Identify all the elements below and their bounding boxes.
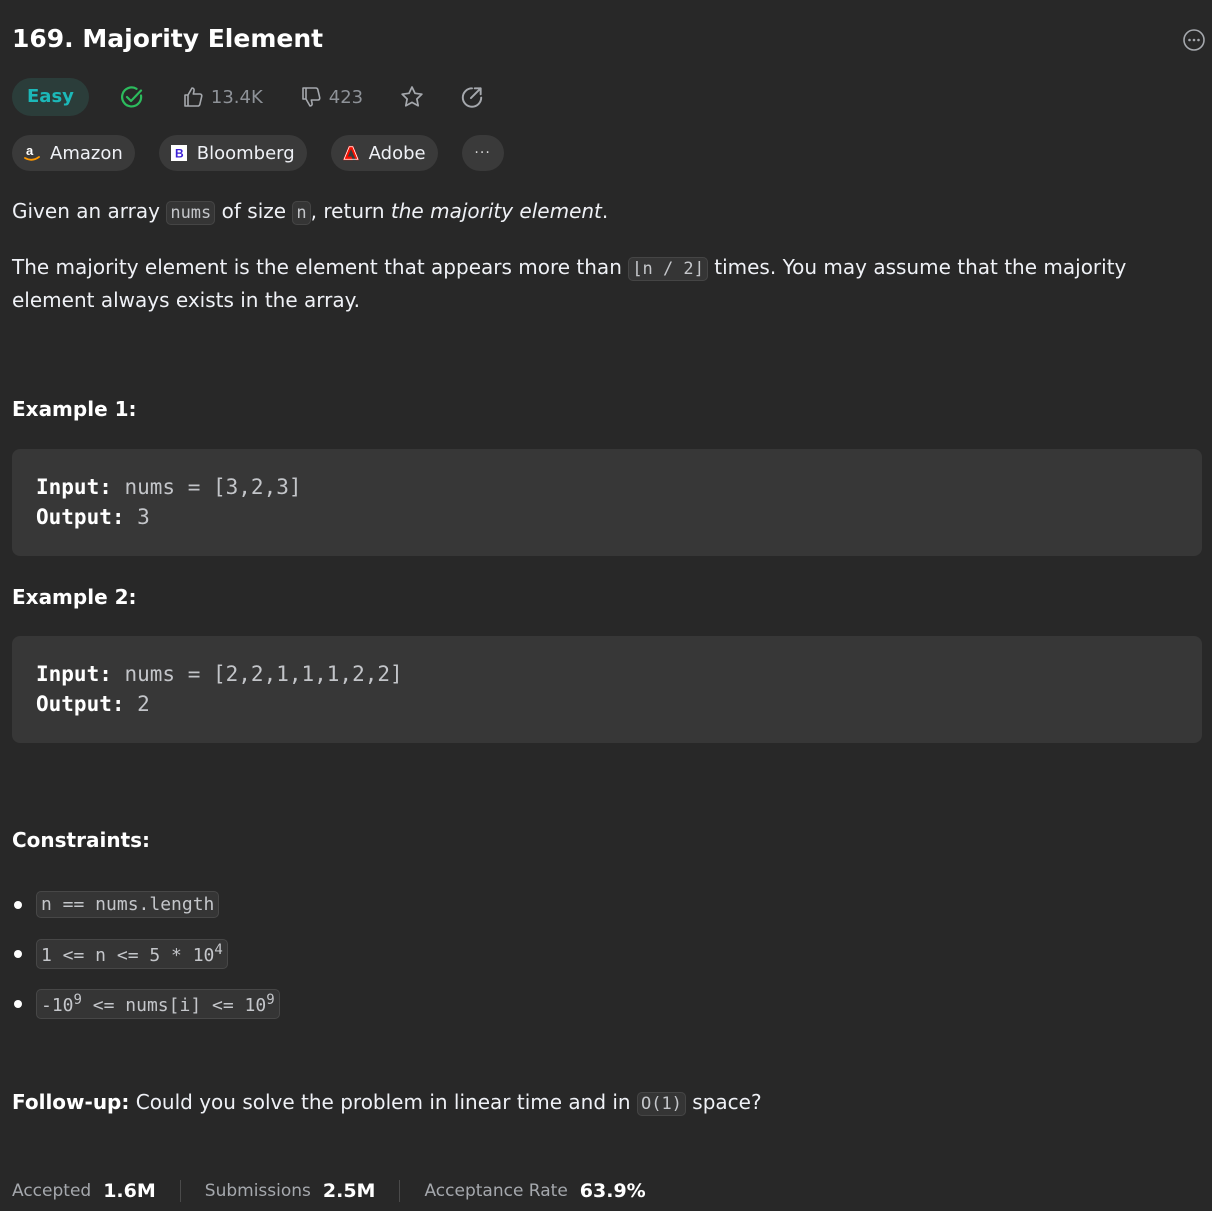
constraint-code: 1 <= n <= 5 * 104	[36, 939, 228, 970]
constraint-item: 1 <= n <= 5 * 104	[12, 930, 280, 980]
input-value: nums = [2,2,1,1,1,2,2]	[111, 662, 403, 686]
stats-bar: Accepted 1.6M Submissions 2.5M Acceptanc…	[12, 1180, 646, 1202]
svg-text:B: B	[175, 147, 184, 161]
example-1-box: Input: nums = [3,2,3] Output: 3	[12, 449, 1202, 556]
thumbs-down-icon	[301, 87, 321, 107]
meta-row: Easy 13.4K 423	[12, 78, 485, 116]
text: Given an array	[12, 199, 167, 223]
constraint-item: -109 <= nums[i] <= 109	[12, 979, 280, 1029]
svg-text:a: a	[26, 144, 34, 158]
dislike-button[interactable]: 423	[299, 85, 363, 109]
submissions-label: Submissions	[204, 1181, 311, 1201]
input-value: nums = [3,2,3]	[111, 475, 302, 499]
tag-label: Amazon	[50, 142, 123, 164]
bloomberg-logo-icon: B	[170, 145, 187, 161]
amazon-logo-icon: a	[24, 144, 40, 161]
bullet	[14, 999, 22, 1008]
adobe-logo-icon	[342, 145, 359, 161]
example-output-line: Output: 3	[36, 505, 150, 529]
example-input-line: Input: nums = [2,2,1,1,1,2,2]	[36, 662, 403, 686]
dislike-count: 423	[328, 86, 364, 108]
output-value: 3	[124, 505, 150, 529]
like-count: 13.4K	[210, 86, 263, 108]
description-paragraph-2: The majority element is the element that…	[12, 252, 1196, 316]
more-tags-button[interactable]: ···	[461, 135, 504, 171]
more-options-icon[interactable]	[1182, 28, 1206, 52]
exponent: 9	[266, 991, 275, 1008]
submissions-value: 2.5M	[322, 1180, 376, 1202]
star-icon	[401, 86, 423, 107]
text: Could you solve the problem in linear ti…	[129, 1090, 637, 1114]
input-label: Input:	[36, 662, 112, 686]
share-button[interactable]	[459, 84, 485, 110]
output-label: Output:	[36, 692, 125, 716]
text: space?	[685, 1090, 762, 1114]
accepted-value: 1.6M	[103, 1180, 156, 1202]
like-button[interactable]: 13.4K	[181, 85, 263, 109]
exponent: 4	[214, 942, 223, 959]
divider	[179, 1180, 181, 1202]
acceptance-rate-label: Acceptance Rate	[424, 1181, 568, 1201]
accepted-label: Accepted	[12, 1181, 92, 1201]
text: .	[601, 199, 609, 223]
constraint-code: n == nums.length	[36, 891, 220, 919]
exponent: 9	[73, 991, 82, 1008]
text: -10	[41, 994, 74, 1016]
company-tags: a Amazon B Bloomberg Adobe ···	[12, 135, 528, 171]
share-icon	[461, 87, 483, 108]
bullet	[14, 900, 22, 909]
constraints-list: n == nums.length 1 <= n <= 5 * 104 -109 …	[12, 880, 280, 1029]
favorite-button[interactable]	[399, 84, 425, 110]
constraint-code: -109 <= nums[i] <= 109	[36, 988, 280, 1019]
example-2-heading: Example 2:	[12, 585, 137, 609]
follow-up-label: Follow-up:	[12, 1090, 130, 1114]
inline-code: nums	[166, 201, 216, 225]
example-output-line: Output: 2	[36, 692, 150, 716]
description-paragraph-1: Given an array nums of size n, return th…	[12, 196, 1196, 229]
difficulty-badge[interactable]: Easy	[12, 78, 89, 116]
text: of size	[215, 199, 293, 223]
output-value: 2	[124, 692, 150, 716]
tag-bloomberg[interactable]: B Bloomberg	[158, 135, 307, 171]
acceptance-rate-value: 63.9%	[579, 1180, 646, 1202]
text: 1 <= n <= 5 * 10	[41, 945, 215, 967]
title-row: 169. Majority Element	[12, 24, 1205, 58]
constraint-item: n == nums.length	[12, 880, 280, 930]
solved-check-icon	[119, 84, 145, 110]
tag-amazon[interactable]: a Amazon	[12, 135, 135, 171]
problem-title: 169. Majority Element	[12, 24, 324, 53]
example-2-box: Input: nums = [2,2,1,1,1,2,2] Output: 2	[12, 636, 1202, 743]
inline-code: n	[292, 201, 311, 225]
bullet	[14, 950, 22, 959]
inline-code: ⌊n / 2⌋	[628, 257, 708, 281]
thumbs-up-icon	[184, 87, 203, 107]
example-1-heading: Example 1:	[12, 397, 137, 421]
constraints-heading: Constraints:	[12, 828, 151, 852]
tag-label: Adobe	[368, 142, 426, 164]
text: The majority element is the element that…	[12, 255, 629, 279]
emphasis-text: the majority element	[390, 199, 602, 223]
inline-code: O(1)	[636, 1092, 686, 1116]
tag-label: Bloomberg	[196, 142, 295, 164]
text: , return	[310, 199, 391, 223]
tag-adobe[interactable]: Adobe	[330, 135, 438, 171]
output-label: Output:	[36, 505, 125, 529]
input-label: Input:	[36, 475, 112, 499]
divider	[399, 1180, 401, 1202]
example-input-line: Input: nums = [3,2,3]	[36, 475, 302, 499]
follow-up: Follow-up: Could you solve the problem i…	[12, 1090, 762, 1116]
text: <= nums[i] <= 10	[81, 994, 267, 1016]
